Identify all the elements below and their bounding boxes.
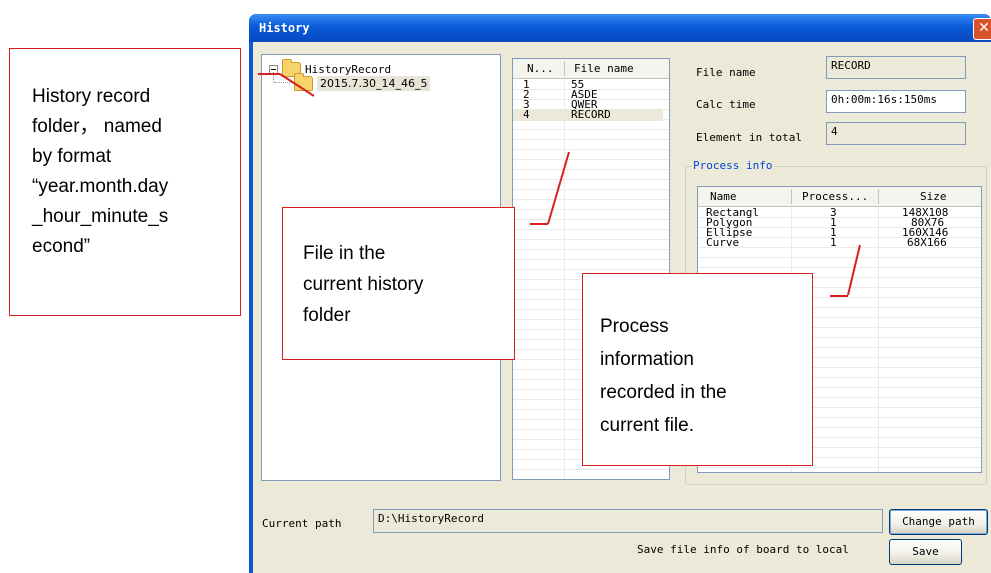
file-name-label: File name: [696, 66, 756, 79]
tree-folder-label: 2015.7.30_14_46_5: [317, 76, 431, 91]
annotation-line: File in the: [303, 243, 386, 264]
current-path-label: Current path: [262, 517, 342, 530]
row-rule: [698, 257, 981, 258]
row-rule: [513, 199, 669, 200]
table-row-file-name[interactable]: RECORD: [571, 109, 611, 120]
column-header-process[interactable]: Process...: [802, 190, 868, 203]
title-bar[interactable]: History ✕: [249, 14, 991, 42]
row-rule: [513, 149, 669, 150]
annotation-line: folder: [303, 305, 351, 326]
calc-time-field: 0h:00m:16s:150ms: [826, 90, 966, 113]
leader-line: [258, 73, 280, 75]
column-header-file-name[interactable]: File name: [574, 62, 634, 75]
column-header-number[interactable]: N...: [527, 62, 554, 75]
process-list-header: Name Process... Size: [698, 187, 981, 207]
window-title: History: [259, 21, 310, 35]
annotation-line: Process: [600, 316, 669, 337]
annotation-line: History record: [32, 86, 151, 107]
column-separator: [564, 61, 565, 76]
annotation-line: by format: [32, 146, 112, 167]
annotation-file-note: File in the current history folder: [282, 207, 515, 360]
annotation-line: econd”: [32, 236, 91, 257]
save-info-label: Save file info of board to local: [637, 543, 849, 556]
annotation-line: current history: [303, 274, 424, 295]
row-rule: [513, 269, 669, 270]
close-button[interactable]: ✕: [973, 18, 991, 40]
row-rule: [513, 229, 669, 230]
save-button[interactable]: Save: [889, 539, 962, 565]
element-total-label: Element in total: [696, 131, 802, 144]
row-rule: [513, 189, 669, 190]
row-rule: [513, 259, 669, 260]
current-path-field: D:\HistoryRecord: [373, 509, 883, 533]
column-separator: [791, 189, 792, 204]
annotation-line: information: [600, 349, 694, 370]
row-rule: [513, 159, 669, 160]
row-rule: [513, 209, 669, 210]
file-list-header: N... File name: [513, 59, 669, 79]
annotation-folder-note: History record folder， named by format “…: [9, 48, 241, 316]
file-name-field: RECORD: [826, 56, 966, 79]
annotation-line: folder， named: [32, 116, 162, 137]
process-row-size: 68X166: [907, 236, 947, 249]
tree-folder-item[interactable]: 2015.7.30_14_46_5: [294, 73, 431, 91]
annotation-line: _hour_minute_s: [32, 206, 169, 227]
annotation-line: “year.month.day: [32, 176, 169, 197]
row-rule: [513, 179, 669, 180]
row-rule: [698, 467, 981, 468]
column-header-size[interactable]: Size: [920, 190, 947, 203]
table-row-number: 4: [523, 108, 530, 121]
column-header-name[interactable]: Name: [710, 190, 737, 203]
row-rule: [698, 267, 981, 268]
calc-time-label: Calc time: [696, 98, 756, 111]
row-rule: [513, 219, 669, 220]
row-rule: [513, 169, 669, 170]
row-rule: [513, 139, 669, 140]
process-info-title: Process info: [691, 159, 775, 172]
close-icon: ✕: [978, 20, 990, 36]
tree-connector: [274, 82, 292, 84]
element-total-field: 4: [826, 122, 966, 145]
process-row-count: 1: [830, 236, 837, 249]
annotation-line: recorded in the: [600, 382, 727, 403]
column-separator: [878, 189, 879, 204]
row-rule: [513, 469, 669, 470]
row-rule: [513, 249, 669, 250]
change-path-button[interactable]: Change path: [889, 509, 988, 535]
row-rule: [513, 129, 669, 130]
tree-root[interactable]: HistoryRecord: [269, 59, 392, 77]
row-rule: [513, 239, 669, 240]
process-row-name: Curve: [706, 236, 740, 249]
annotation-line: current file.: [600, 415, 694, 436]
annotation-process-note: Process information recorded in the curr…: [582, 273, 813, 466]
tree-root-label: HistoryRecord: [305, 63, 392, 76]
folder-icon: [294, 73, 313, 91]
